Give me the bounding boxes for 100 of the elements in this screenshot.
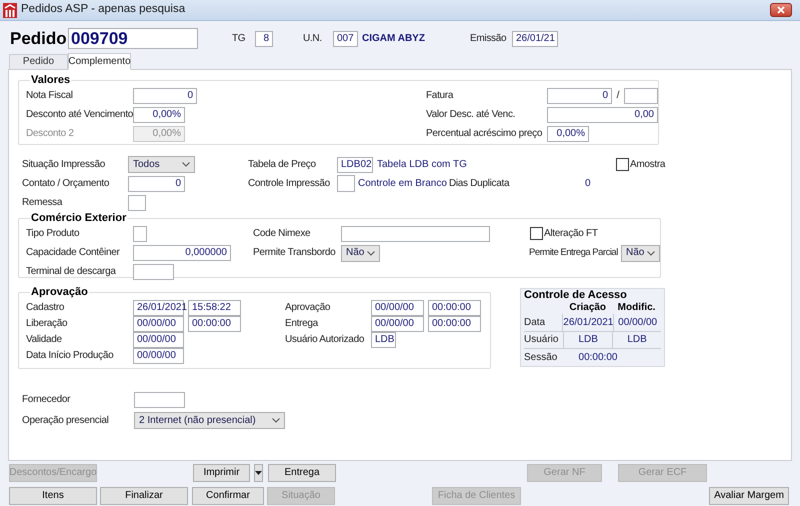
- window-title: Pedidos ASP - apenas pesquisa: [21, 2, 186, 18]
- input-field[interactable]: [133, 226, 147, 242]
- print-control-name: Controle em Branco: [358, 178, 447, 188]
- field-label: Usuário Autorizado: [285, 335, 366, 345]
- table-cell: LDB: [563, 332, 612, 348]
- field-label: Capacidade Contêiner: [26, 248, 121, 258]
- dropdown[interactable]: Não: [621, 244, 660, 262]
- input-field[interactable]: LDB: [371, 332, 396, 348]
- input-field[interactable]: 00:00:00: [428, 316, 481, 332]
- input-field[interactable]: 0: [128, 176, 185, 192]
- input-field[interactable]: [337, 175, 355, 192]
- field-label: Validade: [26, 335, 63, 345]
- input-field[interactable]: 00:00:00: [428, 300, 481, 316]
- input-field[interactable]: 00:00:00: [188, 316, 241, 332]
- input-field[interactable]: 0,000000: [133, 245, 231, 261]
- tab[interactable]: Pedido: [9, 54, 68, 69]
- field-label: Controle Impressão: [248, 178, 331, 188]
- field-label: Situação Impressão: [22, 160, 106, 170]
- button[interactable]: Avaliar Margem: [709, 487, 789, 505]
- checkbox[interactable]: [530, 227, 543, 240]
- field-label: Data Início Produção: [26, 351, 114, 361]
- field-label: Aprovação: [285, 303, 332, 313]
- row-label: Data: [524, 318, 546, 328]
- row-label: Usuário: [524, 335, 560, 345]
- button[interactable]: Itens: [9, 487, 97, 505]
- dropdown[interactable]: 2 Internet (não presencial): [134, 412, 285, 429]
- field-label: Liberação: [26, 319, 68, 329]
- unit-name: CIGAM ABYZ: [362, 34, 426, 44]
- field-label: Nota Fiscal: [26, 90, 74, 100]
- table-cell-text: 00:00:00: [578, 352, 618, 362]
- input-field[interactable]: 00/00/00: [133, 332, 184, 348]
- field-label: Desconto 2: [26, 128, 75, 138]
- field-label: Alteração FT: [544, 228, 598, 238]
- column-header: Modific.: [616, 302, 656, 312]
- button[interactable]: Entrega: [268, 464, 336, 482]
- input-field[interactable]: LDB02: [337, 156, 373, 172]
- checkbox[interactable]: [616, 158, 629, 171]
- close-button[interactable]: [770, 3, 792, 17]
- group-title: Valores: [30, 75, 72, 86]
- field-label: Amostra: [630, 160, 666, 170]
- input-field[interactable]: 0,00%: [547, 126, 589, 142]
- field-label: Desconto até Vencimento: [26, 110, 133, 120]
- group-title: Comércio Exterior: [30, 213, 128, 224]
- input-field[interactable]: 8: [255, 30, 273, 46]
- input-field[interactable]: [133, 264, 174, 280]
- chevron-icon: [647, 250, 655, 256]
- input-field[interactable]: [624, 88, 658, 104]
- field-label: TG: [232, 34, 246, 44]
- field-label: Remessa: [22, 198, 64, 208]
- button[interactable]: Imprimir: [193, 464, 250, 482]
- panel-title: Controle de Acesso: [524, 290, 628, 301]
- separator-text: /: [616, 90, 620, 100]
- button[interactable]: Confirmar: [192, 487, 264, 505]
- input-field[interactable]: 0: [547, 88, 612, 104]
- field-label: Tabela de Preço: [248, 160, 317, 170]
- field-label: Emissão: [470, 34, 508, 44]
- input-field[interactable]: 00/00/00: [371, 316, 424, 332]
- field-value: 0: [584, 178, 590, 188]
- column-header: Criação: [568, 302, 608, 312]
- close-icon: [776, 6, 786, 14]
- field-label: Permite Transbordo: [253, 248, 336, 258]
- input-field[interactable]: 00/00/00: [371, 300, 424, 316]
- field-label: Fornecedor: [22, 394, 72, 404]
- field-label: Fatura: [426, 90, 454, 100]
- field-label: Terminal de descarga: [26, 267, 117, 277]
- input-field[interactable]: 00/00/00: [133, 316, 184, 332]
- input-field[interactable]: 0,00: [547, 106, 658, 122]
- input-field[interactable]: 26/01/21: [512, 30, 558, 46]
- input-field[interactable]: 26/01/2021: [133, 300, 184, 316]
- logo-icon: [3, 2, 17, 18]
- order-number-field[interactable]: 009709: [68, 28, 198, 49]
- price-table-name: Tabela LDB com TG: [377, 160, 468, 170]
- dropdown[interactable]: Todos: [128, 156, 195, 173]
- dropdown-button[interactable]: [254, 464, 263, 482]
- input-field[interactable]: [341, 226, 490, 242]
- input-field[interactable]: 15:58:22: [188, 300, 241, 316]
- field-label: Operação presencial: [22, 416, 110, 426]
- input-field[interactable]: [134, 392, 185, 408]
- button[interactable]: Finalizar: [100, 487, 188, 505]
- input-field[interactable]: 00/00/00: [133, 348, 184, 364]
- dropdown[interactable]: Não: [341, 244, 380, 262]
- tab[interactable]: Complemento: [68, 53, 131, 70]
- chevron-icon: [367, 250, 375, 256]
- field-label: Tipo Produto: [26, 228, 80, 238]
- chevron-icon: [272, 418, 280, 423]
- field-label: Permite Entrega Parcial: [529, 248, 619, 258]
- input-field[interactable]: 0: [133, 88, 197, 104]
- row-label: Sessão: [524, 352, 558, 362]
- input-field[interactable]: [128, 194, 146, 210]
- field-label: U.N.: [303, 34, 323, 44]
- field-label: Dias Duplicata: [448, 178, 510, 188]
- group-title: Aprovação: [30, 287, 89, 298]
- field-label: Percentual acréscimo preço: [426, 128, 544, 138]
- field-label: Contato / Orçamento: [22, 178, 110, 188]
- field-label: Cadastro: [26, 303, 66, 313]
- caret-icon: [255, 471, 262, 475]
- table-cell: 00/00/00: [613, 314, 661, 331]
- input-field[interactable]: 0,00%: [133, 106, 185, 122]
- input-field[interactable]: 007: [333, 30, 358, 46]
- chevron-icon: [182, 162, 190, 167]
